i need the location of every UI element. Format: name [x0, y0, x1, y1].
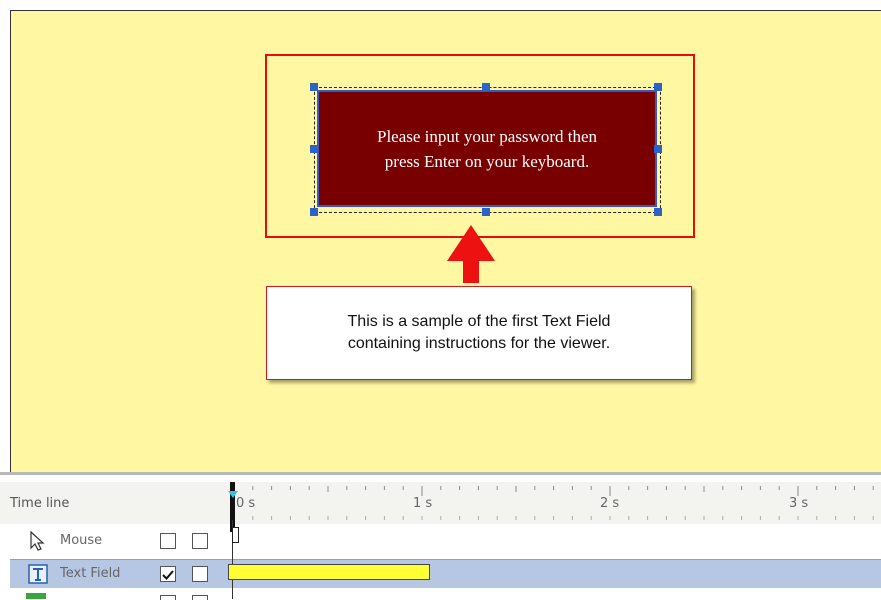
resize-handle-r[interactable]	[654, 145, 662, 153]
tick-label-2s: 2 s	[600, 496, 620, 511]
callout-line-1: This is a sample of the first Text Field	[347, 313, 611, 330]
resize-handle-l[interactable]	[310, 145, 318, 153]
text-field-object[interactable]: Please input your password then press En…	[317, 90, 657, 207]
row-label-text-field: Text Field	[60, 566, 121, 581]
mouse-keyframe[interactable]	[232, 527, 239, 543]
playhead-head-icon	[228, 491, 238, 498]
resize-handle-tr[interactable]	[654, 83, 662, 91]
callout-line-2: containing instructions for the viewer.	[347, 335, 611, 352]
cursor-arrow-icon	[30, 531, 45, 551]
timeline-panel: Time line 0 s 1 s 2 s 3 s Mouse Text Fie…	[0, 472, 881, 600]
partial-checkbox-2[interactable]	[192, 595, 208, 600]
text-field-line-2: press Enter on your keyboard.	[384, 151, 590, 171]
resize-handle-t[interactable]	[482, 83, 490, 91]
resize-handle-b[interactable]	[482, 208, 490, 216]
ruler-ticks	[233, 486, 874, 520]
text-field-icon	[28, 564, 48, 584]
row-label-mouse: Mouse	[60, 533, 103, 548]
panel-separator[interactable]	[0, 472, 881, 475]
resize-handle-tl[interactable]	[310, 83, 318, 91]
text-field-duration-bar[interactable]	[228, 564, 430, 580]
timeline-row-partial[interactable]	[10, 591, 881, 600]
lock-checkbox-mouse[interactable]	[192, 533, 208, 549]
tick-label-0s: 0 s	[236, 496, 256, 511]
visibility-checkbox-text-field[interactable]	[160, 566, 176, 582]
tick-label-1s: 1 s	[413, 496, 433, 511]
check-icon	[162, 570, 174, 580]
timeline-row-text-field[interactable]: Text Field	[10, 559, 881, 588]
partial-checkbox-1[interactable]	[160, 595, 176, 600]
text-field-line-1: Please input your password then	[376, 126, 598, 146]
resize-handle-br[interactable]	[654, 208, 662, 216]
pointer-arrow-icon	[447, 225, 495, 283]
lock-checkbox-text-field[interactable]	[192, 566, 208, 582]
timeline-title: Time line	[10, 496, 70, 511]
timeline-row-mouse[interactable]: Mouse	[10, 527, 881, 555]
instruction-callout: This is a sample of the first Text Field…	[266, 286, 692, 380]
visibility-checkbox-mouse[interactable]	[160, 533, 176, 549]
partial-row-icon	[26, 593, 46, 599]
editing-canvas[interactable]: Please input your password then press En…	[10, 10, 881, 473]
tick-label-3s: 3 s	[789, 496, 809, 511]
resize-handle-bl[interactable]	[310, 208, 318, 216]
